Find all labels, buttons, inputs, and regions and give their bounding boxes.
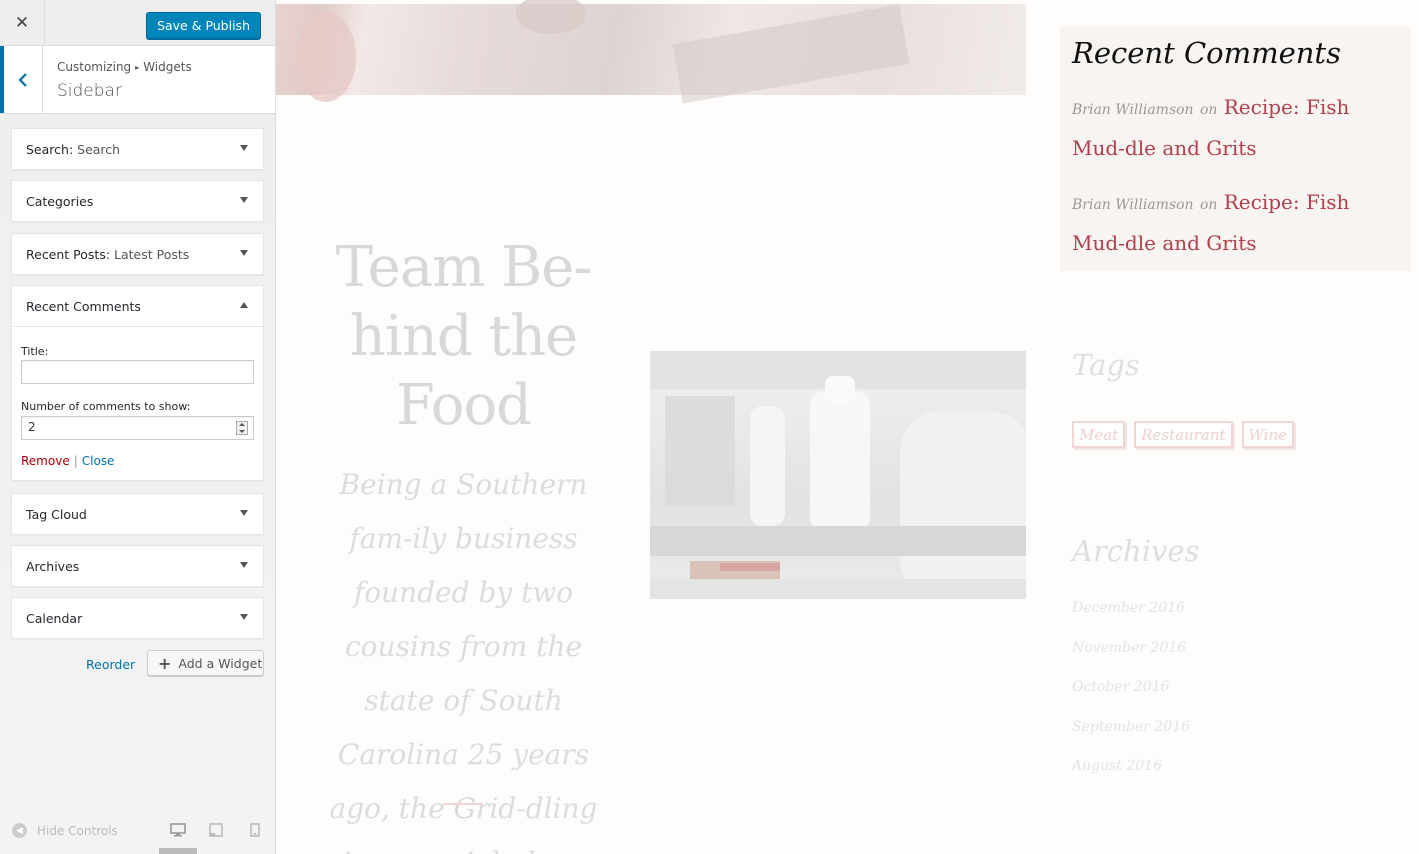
back-button[interactable] [0, 46, 43, 113]
tag-item[interactable]: Wine [1241, 421, 1295, 448]
hide-controls-label: Hide Controls [37, 823, 118, 838]
hide-controls-button[interactable]: ◀ Hide Controls [12, 823, 118, 838]
archives-list: December 2016 November 2016 October 2016… [1072, 600, 1190, 798]
widget-title-text: Recent Posts: [26, 247, 111, 262]
number-label: Number of comments to show: [21, 400, 191, 413]
section-title: Sidebar [57, 81, 122, 101]
add-widget-label: Add a Widget [178, 655, 263, 671]
close-link[interactable]: Close [82, 454, 115, 468]
breadcrumb-separator-icon: ▸ [135, 63, 140, 72]
caret-down-icon[interactable] [240, 197, 248, 203]
comment-item: Brian Williamson on Recipe: Fish Mud-dle… [1072, 183, 1392, 262]
customizer-header: ✕ Save & Publish [0, 0, 275, 46]
widget-title: Recent Comments [26, 299, 141, 314]
recent-comments-title: Recent Comments [1072, 36, 1341, 70]
add-widget-button[interactable]: + Add a Widget [147, 650, 264, 676]
tablet-icon[interactable] [209, 823, 223, 837]
title-label: Title: [21, 345, 49, 358]
widget-title: Recent Posts: Latest Posts [26, 247, 189, 262]
number-value: 2 [28, 420, 36, 434]
widget-archives[interactable]: Archives [11, 545, 264, 587]
archives-title: Archives [1072, 534, 1200, 568]
comment-on: on [1199, 197, 1218, 213]
widget-title-text: Tag Cloud [26, 507, 87, 522]
tag-cloud: Meat Restaurant Wine [1072, 421, 1295, 448]
widget-title: Archives [26, 559, 79, 574]
customizer-footer: ◀ Hide Controls [0, 815, 275, 854]
widget-title-text: Search: [26, 142, 74, 157]
breadcrumb-widgets: Widgets [143, 60, 192, 74]
widget-title-text: Recent Comments [26, 299, 141, 314]
site-preview: Team Be-hind the Food Being a Southern f… [276, 0, 1419, 854]
archive-link[interactable]: December 2016 [1072, 600, 1190, 640]
archive-link[interactable]: August 2016 [1072, 758, 1190, 798]
comment-on: on [1199, 102, 1218, 118]
widget-tag-cloud[interactable]: Tag Cloud [11, 493, 264, 535]
comment-item: Brian Williamson on Recipe: Fish Mud-dle… [1072, 88, 1392, 167]
widget-search[interactable]: Search: Search [11, 128, 264, 170]
widget-calendar[interactable]: Calendar [11, 597, 264, 639]
team-heading: Team Be-hind the Food [335, 235, 593, 438]
tag-item[interactable]: Restaurant [1134, 421, 1233, 448]
team-description: Being a Southern fam-ily business founde… [329, 468, 598, 854]
widget-subtitle: Latest Posts [110, 247, 190, 262]
customizer-panel: ✕ Save & Publish Customizing ▸ Widgets Sid… [0, 0, 276, 854]
desktop-icon[interactable] [170, 823, 186, 837]
kitchen-photo [650, 351, 1026, 599]
widget-title-text: Categories [26, 194, 94, 209]
separator: | [73, 454, 78, 468]
widget-recent-comments-header[interactable]: Recent Comments [12, 286, 263, 327]
widget-recent-posts[interactable]: Recent Posts: Latest Posts [11, 233, 264, 275]
caret-down-icon[interactable] [240, 562, 248, 568]
widget-title: Categories [26, 194, 93, 209]
caret-down-icon[interactable] [240, 145, 248, 151]
number-input[interactable]: 2 [21, 416, 254, 440]
widget-title-text: Archives [26, 559, 80, 574]
close-icon[interactable]: ✕ [0, 0, 45, 45]
comment-author: Brian Williamson [1072, 197, 1194, 213]
caret-down-icon[interactable] [240, 614, 248, 620]
caret-down-icon[interactable] [240, 250, 248, 256]
widget-categories[interactable]: Categories [11, 180, 264, 222]
caret-down-icon[interactable] [240, 510, 248, 516]
breadcrumb-customizing: Customizing [57, 60, 132, 74]
number-spinner[interactable] [236, 421, 248, 435]
caret-up-icon[interactable] [240, 302, 248, 308]
save-publish-button[interactable]: Save & Publish [146, 12, 261, 39]
plus-icon: + [158, 653, 172, 673]
widget-title: Calendar [26, 611, 82, 626]
widget-recent-comments: Recent Comments Title: Number of comment… [11, 285, 264, 481]
recent-comments-widget: Recent Comments Brian Williamson on Reci… [1060, 26, 1411, 271]
archive-link[interactable]: September 2016 [1072, 719, 1190, 759]
reorder-link[interactable]: Reorder [86, 657, 135, 672]
hero-image [276, 0, 1026, 104]
chevron-left-icon [18, 72, 27, 87]
title-input[interactable] [21, 360, 254, 384]
remove-link[interactable]: Remove [21, 454, 70, 468]
mobile-icon[interactable] [250, 823, 260, 837]
divider [443, 803, 483, 805]
active-device-indicator [159, 848, 197, 854]
tags-title: Tags [1072, 348, 1140, 382]
tag-item[interactable]: Meat [1072, 421, 1126, 448]
archive-link[interactable]: November 2016 [1072, 640, 1190, 680]
widget-title: Search: Search [26, 142, 120, 157]
widget-actions: Remove | Close [21, 454, 114, 468]
section-header: Customizing ▸ Widgets Sidebar [0, 46, 275, 114]
breadcrumb: Customizing ▸ Widgets [57, 60, 192, 74]
archive-link[interactable]: October 2016 [1072, 679, 1190, 719]
widget-title-text: Calendar [26, 611, 83, 626]
widget-subtitle: Search [73, 142, 121, 157]
comment-author: Brian Williamson [1072, 102, 1194, 118]
collapse-icon: ◀ [12, 823, 27, 838]
widget-title: Tag Cloud [26, 507, 87, 522]
